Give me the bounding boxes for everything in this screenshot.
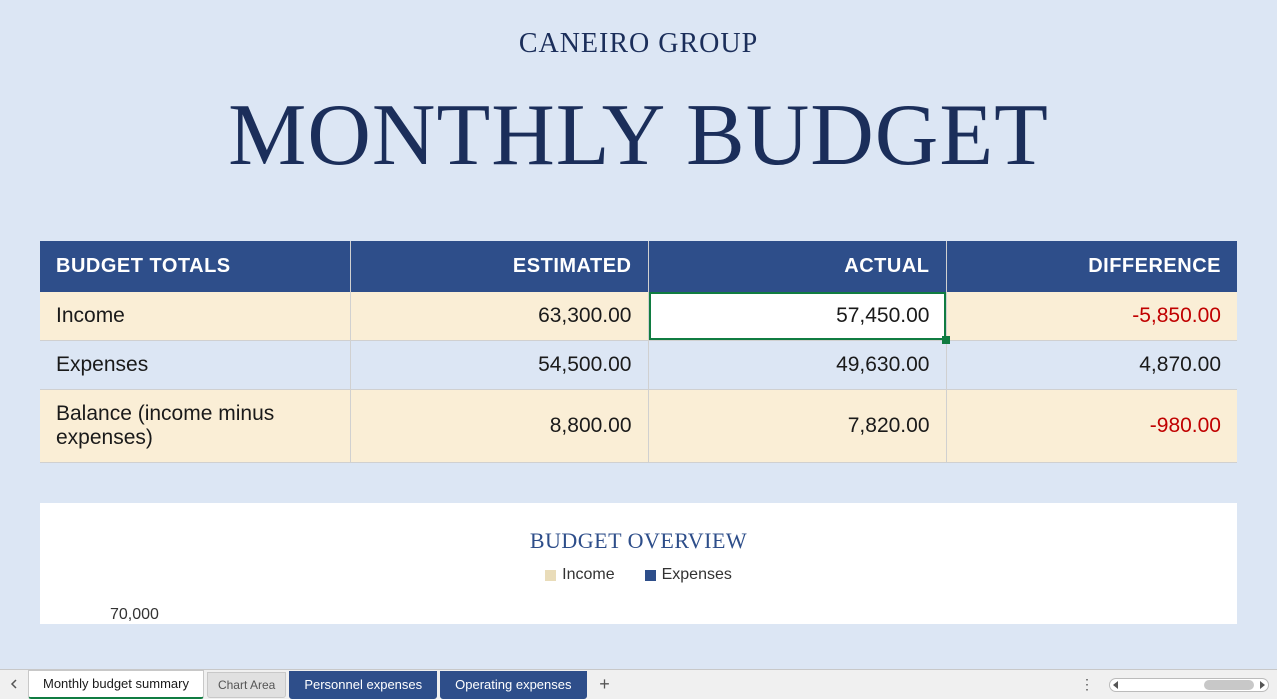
more-options-icon[interactable]: ⋮ (1074, 676, 1101, 693)
sheet-tab-bar: Monthly budget summary Chart Area Person… (0, 669, 1277, 699)
row-label[interactable]: Income (40, 292, 350, 341)
tab-bar-right: ⋮ (1074, 676, 1277, 693)
legend-item-income: Income (545, 566, 614, 584)
table-header-row: BUDGET TOTALS ESTIMATED ACTUAL DIFFERENC… (40, 241, 1237, 292)
spreadsheet-content: CANEIRO GROUP MONTHLY BUDGET BUDGET TOTA… (0, 0, 1277, 624)
table-row: Balance (income minus expenses) 8,800.00… (40, 390, 1237, 463)
legend-item-expenses: Expenses (645, 566, 732, 584)
chart-title: BUDGET OVERVIEW (60, 528, 1217, 554)
cell-estimated[interactable]: 63,300.00 (350, 292, 648, 341)
cell-actual-selected[interactable]: 57,450.00 (648, 292, 946, 341)
col-header-estimated[interactable]: ESTIMATED (350, 241, 648, 292)
swatch-income-icon (545, 570, 556, 581)
tab-monthly-budget-summary[interactable]: Monthly budget summary (28, 670, 204, 699)
company-name: CANEIRO GROUP (40, 28, 1237, 60)
row-label[interactable]: Expenses (40, 341, 350, 390)
budget-totals-table: BUDGET TOTALS ESTIMATED ACTUAL DIFFERENC… (40, 241, 1237, 463)
table-row: Expenses 54,500.00 49,630.00 4,870.00 (40, 341, 1237, 390)
page-title: MONTHLY BUDGET (40, 85, 1237, 186)
col-header-totals[interactable]: BUDGET TOTALS (40, 241, 350, 292)
row-label[interactable]: Balance (income minus expenses) (40, 390, 350, 463)
table-row: Income 63,300.00 57,450.00 -5,850.00 (40, 292, 1237, 341)
chart-legend: Income Expenses (60, 566, 1217, 584)
legend-label-income: Income (562, 566, 614, 584)
cell-actual[interactable]: 7,820.00 (648, 390, 946, 463)
cell-difference[interactable]: -5,850.00 (946, 292, 1237, 341)
legend-label-expenses: Expenses (662, 566, 732, 584)
chart-panel[interactable]: BUDGET OVERVIEW Income Expenses 70,000 (40, 503, 1237, 624)
cell-actual[interactable]: 49,630.00 (648, 341, 946, 390)
scrollbar-thumb[interactable] (1204, 680, 1254, 690)
horizontal-scrollbar[interactable] (1109, 678, 1269, 692)
cell-difference[interactable]: 4,870.00 (946, 341, 1237, 390)
cell-estimated[interactable]: 8,800.00 (350, 390, 648, 463)
sheet-nav-arrow-icon[interactable] (0, 677, 28, 692)
tab-operating-expenses[interactable]: Operating expenses (440, 671, 586, 699)
swatch-expenses-icon (645, 570, 656, 581)
col-header-actual[interactable]: ACTUAL (648, 241, 946, 292)
cell-estimated[interactable]: 54,500.00 (350, 341, 648, 390)
tab-personnel-expenses[interactable]: Personnel expenses (289, 671, 437, 699)
chart-y-tick: 70,000 (110, 606, 1217, 624)
col-header-difference[interactable]: DIFFERENCE (946, 241, 1237, 292)
tab-chart-area[interactable]: Chart Area (207, 672, 286, 698)
cell-difference[interactable]: -980.00 (946, 390, 1237, 463)
add-sheet-button[interactable]: + (590, 674, 620, 695)
